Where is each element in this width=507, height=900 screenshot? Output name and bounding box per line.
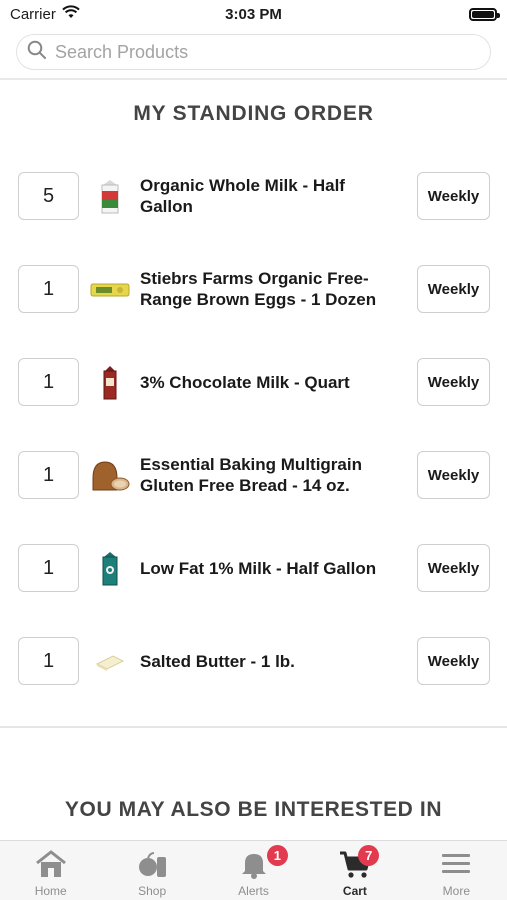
list-item: 1 Low Fat 1% Milk - Half Gallon Weekly (0, 520, 507, 613)
frequency-button[interactable]: Weekly (417, 544, 490, 592)
carrier-label: Carrier (10, 5, 56, 23)
frequency-button[interactable]: Weekly (417, 358, 490, 406)
home-icon (31, 847, 71, 881)
list-item: 1 Stiebrs Farms Organic Free-Range Brown… (0, 241, 507, 334)
product-name[interactable]: Organic Whole Milk - Half Gallon (140, 148, 390, 244)
tab-label: More (442, 884, 470, 898)
product-name[interactable]: 3% Chocolate Milk - Quart (140, 334, 390, 430)
tab-label: Shop (138, 884, 167, 898)
shop-icon (132, 847, 172, 881)
standing-order-list: 5 Organic Whole Milk - Half Gallon Weekl… (0, 148, 507, 706)
egg-carton-icon[interactable] (90, 271, 130, 309)
list-item: 1 Essential Baking Multigrain Gluten Fre… (0, 427, 507, 520)
standing-order-title: MY STANDING ORDER (133, 102, 374, 125)
tab-label: Home (34, 884, 67, 898)
tab-alerts[interactable]: 1 Alerts (203, 841, 304, 900)
tab-bar: Home Shop 1 Alerts 7 Cart More (0, 840, 507, 900)
search-icon (27, 40, 47, 65)
alerts-badge: 1 (266, 845, 288, 866)
status-bar: Carrier 3:03 PM (0, 0, 507, 28)
frequency-button[interactable]: Weekly (417, 637, 490, 685)
tab-cart[interactable]: 7 Cart (304, 841, 405, 900)
tab-shop[interactable]: Shop (101, 841, 202, 900)
butter-icon[interactable] (90, 643, 130, 681)
quantity-field[interactable]: 1 (18, 451, 79, 499)
product-name[interactable]: Stiebrs Farms Organic Free-Range Brown E… (140, 241, 390, 337)
search-bar (0, 28, 507, 78)
list-item: 1 3% Chocolate Milk - Quart Weekly (0, 334, 507, 427)
bread-icon[interactable] (90, 457, 130, 495)
divider (0, 726, 507, 728)
frequency-button[interactable]: Weekly (417, 451, 490, 499)
search-input[interactable] (55, 41, 480, 63)
quantity-field[interactable]: 5 (18, 172, 79, 220)
status-time: 3:03 PM (225, 6, 282, 23)
menu-icon (436, 847, 476, 881)
tab-home[interactable]: Home (0, 841, 101, 900)
battery-icon (469, 7, 500, 21)
quantity-field[interactable]: 1 (18, 358, 79, 406)
wifi-icon (62, 5, 80, 23)
quantity-field[interactable]: 1 (18, 637, 79, 685)
frequency-button[interactable]: Weekly (417, 172, 490, 220)
list-item: 1 Salted Butter - 1 lb. Weekly (0, 613, 507, 706)
cart-badge: 7 (358, 845, 380, 866)
quantity-field[interactable]: 1 (18, 265, 79, 313)
recommendations-title: YOU MAY ALSO BE INTERESTED IN (64, 798, 443, 821)
list-item: 5 Organic Whole Milk - Half Gallon Weekl… (0, 148, 507, 241)
frequency-button[interactable]: Weekly (417, 265, 490, 313)
product-name[interactable]: Salted Butter - 1 lb. (140, 613, 390, 709)
milk-carton-icon[interactable] (90, 178, 130, 216)
tab-label: Cart (342, 884, 367, 898)
milk-carton-icon[interactable] (90, 550, 130, 588)
search-field[interactable] (16, 34, 491, 70)
tab-label: Alerts (238, 884, 269, 898)
product-name[interactable]: Essential Baking Multigrain Gluten Free … (140, 427, 390, 523)
divider (0, 78, 507, 80)
tab-more[interactable]: More (406, 841, 507, 900)
chocolate-milk-icon[interactable] (90, 364, 130, 402)
product-name[interactable]: Low Fat 1% Milk - Half Gallon (140, 520, 390, 616)
quantity-field[interactable]: 1 (18, 544, 79, 592)
